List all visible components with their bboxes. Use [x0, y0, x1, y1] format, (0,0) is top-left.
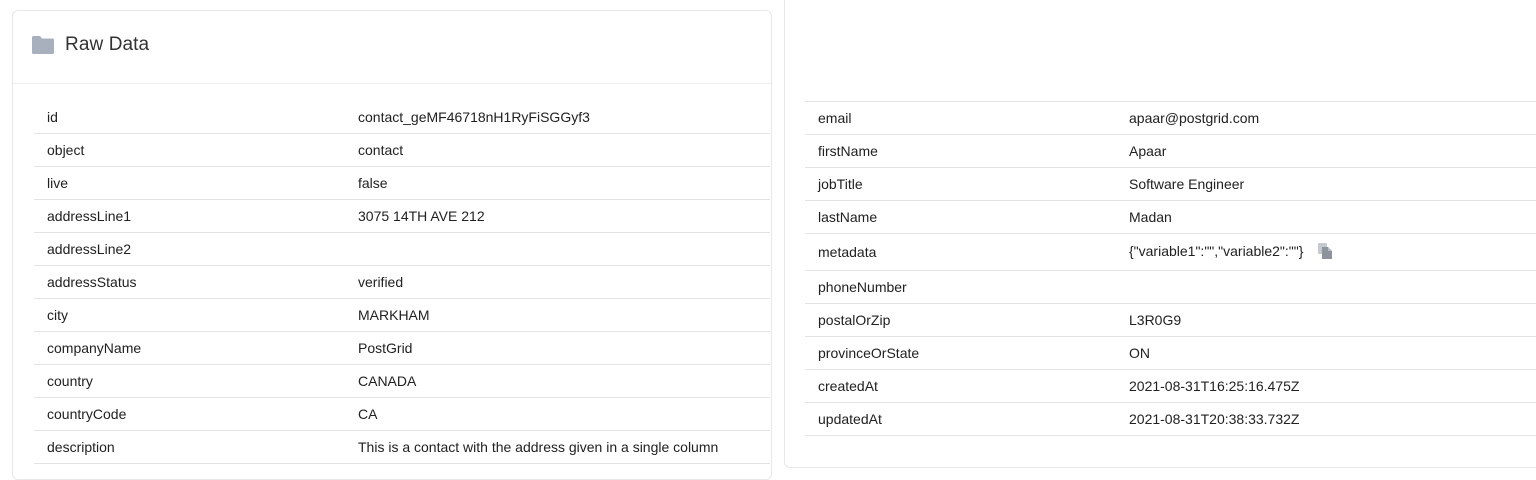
row-value: contact_geMF46718nH1RyFiSGGyf3	[358, 101, 770, 134]
table-row: createdAt 2021-08-31T16:25:16.475Z	[805, 369, 1536, 403]
row-key: updatedAt	[805, 402, 1129, 436]
row-key: country	[34, 364, 358, 398]
row-value: {"variable1":"","variable2":""}	[1129, 242, 1304, 259]
row-key: live	[34, 166, 358, 200]
row-key: countryCode	[34, 397, 358, 431]
row-key: firstName	[805, 134, 1129, 168]
table-row: metadata {"variable1":"","variable2":""}	[805, 233, 1536, 271]
row-key: description	[34, 430, 358, 464]
row-key: city	[34, 298, 358, 332]
table-row: jobTitle Software Engineer	[805, 167, 1536, 201]
row-value: MARKHAM	[358, 298, 770, 332]
row-key: postalOrZip	[805, 303, 1129, 337]
table-row: postalOrZip L3R0G9	[805, 303, 1536, 337]
table-row: object contact	[34, 133, 770, 167]
row-value: PostGrid	[358, 331, 770, 365]
table-row: city MARKHAM	[34, 298, 770, 332]
row-value: apaar@postgrid.com	[1129, 101, 1536, 135]
row-value: 2021-08-31T20:38:33.732Z	[1129, 402, 1536, 436]
table-row: country CANADA	[34, 364, 770, 398]
table-row: addressStatus verified	[34, 265, 770, 299]
table-row: lastName Madan	[805, 200, 1536, 234]
row-key: addressStatus	[34, 265, 358, 299]
table-row: companyName PostGrid	[34, 331, 770, 365]
table-row: phoneNumber	[805, 270, 1536, 304]
table-row: id contact_geMF46718nH1RyFiSGGyf3	[34, 101, 770, 134]
row-key: addressLine1	[34, 199, 358, 233]
row-value: false	[358, 166, 770, 200]
card-header: Raw Data	[13, 11, 771, 84]
table-row: live false	[34, 166, 770, 200]
row-key: lastName	[805, 200, 1129, 234]
row-value: Software Engineer	[1129, 167, 1536, 201]
row-key: jobTitle	[805, 167, 1129, 201]
row-value: Madan	[1129, 200, 1536, 234]
row-value: ON	[1129, 336, 1536, 370]
left-data-table: id contact_geMF46718nH1RyFiSGGyf3 object c…	[34, 101, 770, 464]
table-row: provinceOrState ON	[805, 336, 1536, 370]
row-value: contact	[358, 133, 770, 167]
row-key: provinceOrState	[805, 336, 1129, 370]
row-value: verified	[358, 265, 770, 299]
table-row: addressLine2	[34, 232, 770, 266]
table-row: addressLine1 3075 14TH AVE 212	[34, 199, 770, 233]
row-key: metadata	[805, 233, 1129, 271]
row-value-cell: {"variable1":"","variable2":""}	[1129, 233, 1536, 271]
row-value: 3075 14TH AVE 212	[358, 199, 770, 233]
row-value: L3R0G9	[1129, 303, 1536, 337]
row-value: CA	[358, 397, 770, 431]
row-key: phoneNumber	[805, 270, 1129, 304]
row-value	[358, 232, 770, 266]
table-row: email apaar@postgrid.com	[805, 101, 1536, 135]
row-key: email	[805, 101, 1129, 135]
row-key: addressLine2	[34, 232, 358, 266]
row-value: CANADA	[358, 364, 770, 398]
right-data-table: email apaar@postgrid.com firstName Apaar j…	[805, 101, 1536, 436]
card-title: Raw Data	[65, 34, 150, 55]
copy-icon[interactable]	[1317, 242, 1333, 260]
row-value: This is a contact with the address given…	[358, 430, 770, 464]
row-value: 2021-08-31T16:25:16.475Z	[1129, 369, 1536, 403]
row-value: Apaar	[1129, 134, 1536, 168]
row-value	[1129, 270, 1536, 304]
row-key: object	[34, 133, 358, 167]
table-row: firstName Apaar	[805, 134, 1536, 168]
table-row: countryCode CA	[34, 397, 770, 431]
row-key: id	[34, 101, 358, 134]
row-key: createdAt	[805, 369, 1129, 403]
folder-icon	[31, 35, 55, 55]
table-row: updatedAt 2021-08-31T20:38:33.732Z	[805, 402, 1536, 436]
table-row: description This is a contact with the ad…	[34, 430, 770, 464]
row-key: companyName	[34, 331, 358, 365]
